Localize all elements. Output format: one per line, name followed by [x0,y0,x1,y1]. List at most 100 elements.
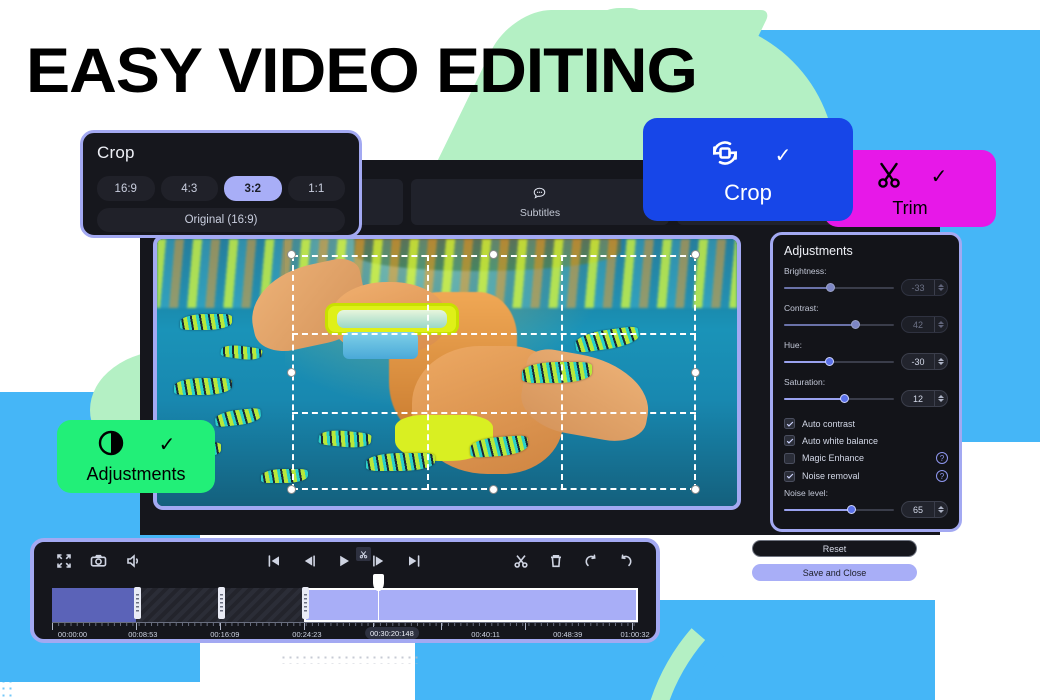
timeline-cut-badge[interactable] [356,547,372,561]
scissors-cut-icon[interactable] [513,553,529,574]
brightness-row: -33 [784,279,948,296]
auto-white-balance-checkbox[interactable] [784,435,795,446]
volume-icon[interactable] [125,553,141,574]
auto-white-balance-label: Auto white balance [802,435,879,446]
noise-level-stepper-arrows[interactable] [934,502,947,517]
contrast-row: 42 [784,316,948,333]
aspect-ratio-1-1[interactable]: 1:1 [287,176,345,201]
noise-level-stepper[interactable]: 65 [901,501,948,518]
noise-level-value: 65 [912,504,923,515]
brightness-slider[interactable] [784,282,894,294]
play-icon[interactable] [336,553,352,574]
redo-icon[interactable] [618,553,634,574]
crop-handle-bottom-center[interactable] [489,485,498,494]
contrast-slider[interactable] [784,319,894,331]
saturation-value: 12 [912,393,923,404]
crop-selection-overlay[interactable] [287,250,700,494]
timeline-ruler [52,622,638,630]
timeline-segment-selected[interactable] [303,588,638,622]
screenshot-camera-icon[interactable] [90,553,107,574]
magic-enhance-help-icon[interactable]: ? [936,452,948,464]
trim-card-check-icon: ✓ [930,166,948,188]
timeline-left-icons [56,553,141,574]
saturation-row: 12 [784,390,948,407]
timeline-segment-excluded-2[interactable] [220,588,304,622]
magic-enhance-checkbox[interactable] [784,452,795,464]
aspect-ratio-4-3[interactable]: 4:3 [160,176,218,201]
timeline-playhead[interactable] [356,547,385,622]
crop-handle-bottom-right[interactable] [691,485,700,494]
crop-handle-middle-left[interactable] [287,367,296,377]
noise-level-slider[interactable] [784,504,894,516]
timeline-split-marker-3[interactable] [301,587,309,619]
crop-handle-bottom-left[interactable] [287,485,296,494]
brightness-stepper-arrows[interactable] [934,280,947,295]
magic-enhance-label: Magic Enhance [802,453,865,463]
crop-card-check-icon: ✓ [774,144,792,167]
timeline-split-marker-2[interactable] [217,587,225,619]
crop-handle-top-right[interactable] [691,250,700,259]
undo-icon[interactable] [583,553,599,574]
trash-delete-icon[interactable] [548,553,564,574]
contrast-circle-icon [97,429,125,462]
contrast-stepper-arrows[interactable] [934,317,947,332]
saturation-stepper[interactable]: 12 [901,390,948,407]
crop-gridline-horizontal-1 [292,333,696,336]
next-frame-icon[interactable] [371,553,387,574]
aspect-ratio-group: 16:9 4:3 3:2 1:1 [97,176,345,201]
aspect-ratio-3-2[interactable]: 3:2 [224,176,282,201]
timeline-track[interactable] [52,547,638,622]
auto-contrast-label: Auto contrast [802,418,856,429]
crop-boundary [292,255,696,490]
saturation-slider[interactable] [784,393,894,405]
aspect-ratio-original[interactable]: Original (16:9) [97,208,345,232]
fullscreen-icon[interactable] [56,553,72,574]
tab-subtitles-label: Subtitles [519,206,561,219]
feature-card-adjustments[interactable]: ✓ Adjustments [57,420,215,493]
magic-enhance-row[interactable]: Magic Enhance ? [784,452,948,464]
tab-subtitles[interactable]: Subtitles [411,179,669,225]
panel-action-buttons: Reset Save and Close [752,540,917,588]
brightness-stepper[interactable]: -33 [901,279,948,296]
timeline-segment-excluded-1[interactable] [136,588,221,622]
auto-white-balance-row[interactable]: Auto white balance [784,435,948,446]
background-dots-left [0,608,14,700]
feature-card-crop[interactable]: ✓ Crop [643,118,853,221]
noise-removal-label: Noise removal [802,471,860,481]
save-and-close-button[interactable]: Save and Close [752,564,917,581]
adjustments-panel-title: Adjustments [784,244,853,258]
timestamp-0: 00:00:00 [57,630,88,639]
hue-slider[interactable] [784,356,894,368]
reset-button[interactable]: Reset [752,540,917,557]
timeline-split-marker-1[interactable] [134,587,142,619]
crop-gridline-vertical-2 [561,255,564,490]
timestamp-6: 01:00:32 [620,630,650,639]
crop-panel-title: Crop [97,143,135,162]
crop-handle-top-center[interactable] [489,250,498,259]
noise-removal-row[interactable]: Noise removal ? [784,470,948,482]
noise-level-row: 65 [784,501,948,518]
aspect-ratio-16-9[interactable]: 16:9 [97,176,155,201]
noise-removal-help-icon[interactable]: ? [936,470,948,482]
background-dots-bottom [280,654,420,664]
hue-stepper[interactable]: -30 [901,353,948,370]
contrast-label: Contrast: [784,303,819,313]
contrast-stepper[interactable]: 42 [901,316,948,333]
previous-frame-icon[interactable] [301,553,317,574]
timeline-segment-used[interactable] [52,588,137,622]
timestamp-current: 00:30:20:148 [364,627,419,639]
crop-gridline-horizontal-2 [292,411,696,414]
adjustments-panel: Adjustments Brightness: -33 Contrast: 42… [770,232,962,532]
hue-stepper-arrows[interactable] [934,354,947,369]
auto-contrast-checkbox[interactable] [784,418,795,429]
saturation-stepper-arrows[interactable] [934,391,947,406]
skip-to-end-icon[interactable] [406,553,422,574]
noise-removal-checkbox[interactable] [784,470,795,482]
check-icon [786,438,793,444]
brightness-value: -33 [911,282,925,293]
skip-to-start-icon[interactable] [266,553,282,574]
crop-handle-top-left[interactable] [287,250,296,259]
crop-card-label: Crop [724,180,772,205]
auto-contrast-row[interactable]: Auto contrast [784,418,948,429]
crop-handle-middle-right[interactable] [691,367,700,377]
